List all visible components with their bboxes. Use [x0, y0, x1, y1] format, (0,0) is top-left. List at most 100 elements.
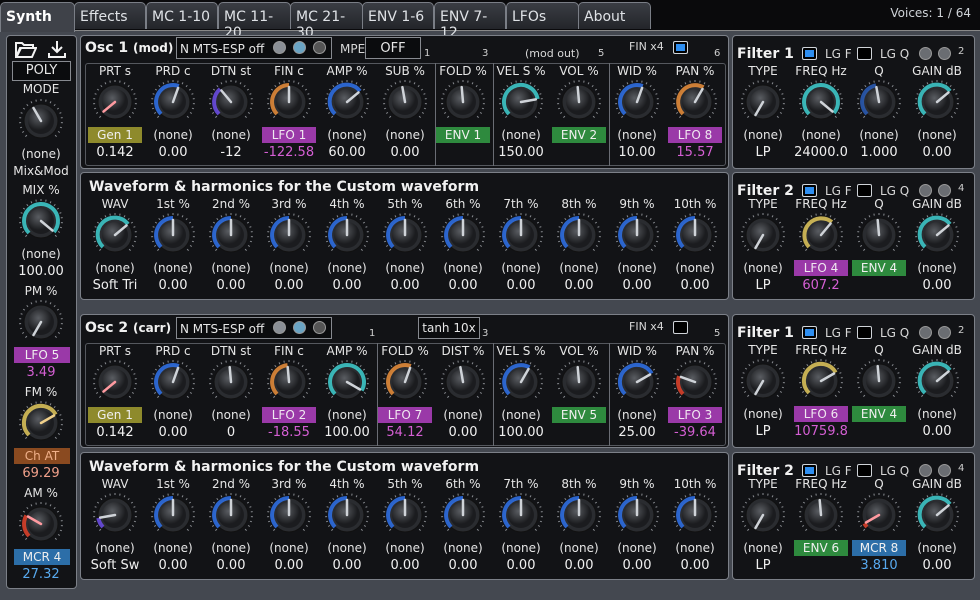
mode-mod[interactable]: (none)	[12, 146, 70, 162]
wave2-param-knob[interactable]	[86, 492, 144, 538]
filter-param-knob[interactable]	[908, 79, 966, 125]
filter-param-mod-source[interactable]: (none)	[734, 127, 792, 143]
wave1-param-mod-source[interactable]: (none)	[492, 260, 550, 276]
wave1-param-knob[interactable]	[492, 212, 550, 258]
osc2-param-knob[interactable]	[376, 359, 434, 405]
osc2-param-mod-source[interactable]: (none)	[202, 407, 260, 423]
filter-enable-checkbox[interactable]	[802, 184, 817, 197]
folder-open-icon[interactable]	[14, 40, 38, 62]
filter-param-mod-source[interactable]: ENV 6	[794, 540, 848, 556]
wave2-param-mod-source[interactable]: (none)	[666, 540, 724, 556]
mix-mod[interactable]: (none)	[12, 246, 70, 262]
osc1-param-mod-source[interactable]: ENV 1	[436, 127, 490, 143]
osc2-tuning[interactable]: N MTS-ESP off	[176, 317, 332, 339]
wave1-param-mod-source[interactable]: (none)	[202, 260, 260, 276]
filter-lgq-checkbox[interactable]	[857, 326, 872, 339]
wave1-param-mod-source[interactable]: (none)	[608, 260, 666, 276]
wave1-param-knob[interactable]	[550, 212, 608, 258]
osc2-param-mod-source[interactable]: (none)	[492, 407, 550, 423]
osc1-param-mod-source[interactable]: (none)	[376, 127, 434, 143]
filter-param-mod-source[interactable]: (none)	[734, 260, 792, 276]
filter-param-mod-source[interactable]: LFO 4	[794, 260, 848, 276]
osc1-param-mod-source[interactable]: (none)	[492, 127, 550, 143]
filter-lgq-checkbox[interactable]	[857, 464, 872, 477]
wave2-param-knob[interactable]	[318, 492, 376, 538]
filter-param-mod-source[interactable]: (none)	[908, 260, 966, 276]
osc2-shaper-selector[interactable]: tanh 10x	[418, 317, 480, 339]
wave2-param-knob[interactable]	[376, 492, 434, 538]
filter-param-knob[interactable]	[850, 492, 908, 538]
osc2-param-knob[interactable]	[434, 359, 492, 405]
osc1-mpe-selector[interactable]: OFF	[365, 37, 421, 59]
osc1-param-knob[interactable]	[144, 79, 202, 125]
filter-lgq-checkbox[interactable]	[857, 47, 872, 60]
wave2-param-knob[interactable]	[608, 492, 666, 538]
am-knob[interactable]	[12, 501, 70, 547]
wave2-param-knob[interactable]	[666, 492, 724, 538]
wave1-param-mod-source[interactable]: (none)	[550, 260, 608, 276]
tab-mc-21-30[interactable]: MC 21-30	[290, 2, 363, 41]
filter-enable-checkbox[interactable]	[802, 326, 817, 339]
osc2-param-mod-source[interactable]: LFO 7	[378, 407, 432, 423]
osc1-param-mod-source[interactable]: LFO 8	[668, 127, 722, 143]
filter-param-knob[interactable]	[908, 492, 966, 538]
osc1-param-knob[interactable]	[376, 79, 434, 125]
pm-knob[interactable]	[12, 299, 70, 345]
wave1-param-mod-source[interactable]: (none)	[666, 260, 724, 276]
osc2-param-knob[interactable]	[86, 359, 144, 405]
filter-param-mod-source[interactable]: MCR 8	[852, 540, 906, 556]
osc2-param-knob[interactable]	[666, 359, 724, 405]
wave1-param-knob[interactable]	[260, 212, 318, 258]
osc2-fin-checkbox[interactable]	[673, 321, 688, 334]
wave1-param-mod-source[interactable]: (none)	[86, 260, 144, 276]
osc1-param-knob[interactable]	[260, 79, 318, 125]
osc1-param-knob[interactable]	[492, 79, 550, 125]
filter-param-knob[interactable]	[792, 358, 850, 404]
wave2-param-knob[interactable]	[492, 492, 550, 538]
wave1-param-knob[interactable]	[666, 212, 724, 258]
osc2-param-knob[interactable]	[608, 359, 666, 405]
osc1-param-knob[interactable]	[666, 79, 724, 125]
wave1-param-mod-source[interactable]: (none)	[144, 260, 202, 276]
filter-param-mod-source[interactable]: LFO 6	[794, 406, 848, 422]
filter-param-knob[interactable]	[850, 212, 908, 258]
osc2-tuning-icon-a[interactable]	[273, 321, 286, 334]
wave2-param-mod-source[interactable]: (none)	[144, 540, 202, 556]
filter-enable-checkbox[interactable]	[802, 47, 817, 60]
wave2-param-mod-source[interactable]: (none)	[608, 540, 666, 556]
filter-param-knob[interactable]	[850, 79, 908, 125]
wave2-param-knob[interactable]	[434, 492, 492, 538]
osc1-param-knob[interactable]	[550, 79, 608, 125]
osc1-param-mod-source[interactable]: LFO 1	[262, 127, 316, 143]
osc1-param-knob[interactable]	[608, 79, 666, 125]
wave1-param-knob[interactable]	[434, 212, 492, 258]
osc2-param-mod-source[interactable]: LFO 3	[668, 407, 722, 423]
tab-env-7-12[interactable]: ENV 7-12	[434, 2, 506, 41]
download-icon[interactable]	[47, 39, 67, 63]
wave2-param-mod-source[interactable]: (none)	[492, 540, 550, 556]
filter-param-mod-source[interactable]: ENV 4	[852, 260, 906, 276]
osc1-param-knob[interactable]	[434, 79, 492, 125]
pm-mod[interactable]: LFO 5	[14, 347, 70, 363]
osc2-param-mod-source[interactable]: Gen 1	[88, 407, 142, 423]
filter-param-mod-source[interactable]: (none)	[734, 540, 792, 556]
osc1-param-mod-source[interactable]: (none)	[202, 127, 260, 143]
mix-knob[interactable]	[12, 198, 70, 244]
osc1-fin-checkbox[interactable]	[673, 41, 688, 54]
wave2-param-mod-source[interactable]: (none)	[86, 540, 144, 556]
filter-param-mod-source[interactable]: (none)	[908, 540, 966, 556]
filter-param-knob[interactable]	[734, 358, 792, 404]
wave2-param-mod-source[interactable]: (none)	[376, 540, 434, 556]
osc2-tuning-icon-b[interactable]	[293, 321, 306, 334]
wave1-param-knob[interactable]	[376, 212, 434, 258]
osc2-param-knob[interactable]	[318, 359, 376, 405]
osc1-tuning-icon-b[interactable]	[293, 41, 306, 54]
tab-mc-1-10[interactable]: MC 1-10	[146, 2, 218, 29]
osc1-param-mod-source[interactable]: Gen 1	[88, 127, 142, 143]
filter-minus-icon[interactable]	[938, 326, 951, 339]
osc2-param-knob[interactable]	[144, 359, 202, 405]
wave1-param-mod-source[interactable]: (none)	[318, 260, 376, 276]
fm-knob[interactable]	[12, 400, 70, 446]
osc2-param-mod-source[interactable]: (none)	[318, 407, 376, 423]
wave1-param-knob[interactable]	[86, 212, 144, 258]
